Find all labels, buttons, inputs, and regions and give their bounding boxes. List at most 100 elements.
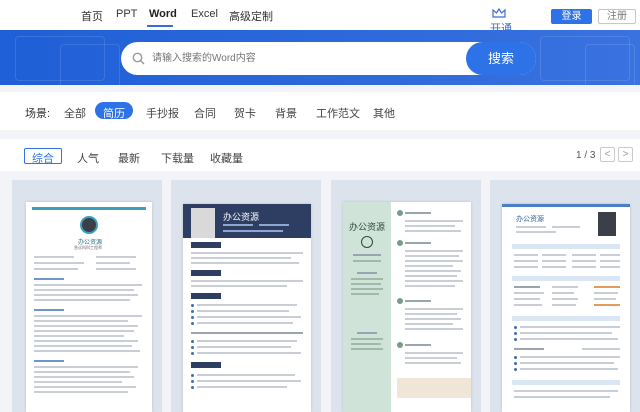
text-line-placeholder (552, 298, 578, 300)
text-line-placeholder (600, 254, 620, 256)
text-line-placeholder (514, 390, 618, 392)
vip-link[interactable]: 开通VIP (488, 8, 528, 48)
text-line-placeholder (520, 368, 618, 370)
text-line-placeholder (405, 352, 463, 354)
text-line-placeholder (34, 256, 74, 258)
text-line-placeholder (96, 262, 130, 264)
text-line-placeholder (34, 315, 142, 317)
text-line-placeholder (405, 230, 461, 232)
text-line-placeholder (405, 300, 431, 302)
text-line-placeholder (405, 323, 453, 325)
template-card[interactable]: 办公资源 (331, 180, 481, 412)
section-header (191, 362, 221, 368)
text-line-placeholder (191, 257, 291, 259)
template-card[interactable]: 办公资源 (490, 180, 640, 412)
text-line-placeholder (191, 322, 194, 325)
search-button[interactable]: 搜索 (466, 42, 536, 75)
text-line-placeholder (197, 374, 295, 376)
text-line-placeholder (34, 335, 124, 337)
text-line-placeholder (514, 332, 517, 335)
text-line-placeholder (191, 380, 194, 383)
sort-newest[interactable]: 最新 (118, 150, 140, 166)
nav-home[interactable]: 首页 (81, 8, 103, 24)
text-line-placeholder (514, 368, 517, 371)
text-line-placeholder (34, 268, 78, 270)
text-line-placeholder (542, 266, 566, 268)
text-line-placeholder (197, 346, 291, 348)
text-line-placeholder (514, 356, 517, 359)
scene-item-other[interactable]: 其他 (373, 105, 395, 121)
text-line-placeholder (572, 266, 596, 268)
nav-word[interactable]: Word (149, 8, 177, 20)
text-line-placeholder (191, 352, 194, 355)
template-subtitle: 急诊科科工程师 (74, 245, 102, 250)
text-line-placeholder (405, 225, 455, 227)
text-line-placeholder (353, 254, 381, 256)
text-line-placeholder (405, 250, 463, 252)
template-card[interactable]: 办公资源 (171, 180, 321, 412)
sort-popular[interactable]: 人气 (77, 150, 99, 166)
text-line-placeholder (514, 338, 517, 341)
prev-page-button[interactable]: < (600, 147, 615, 162)
text-line-placeholder (405, 212, 431, 214)
text-line-placeholder (34, 345, 132, 347)
nav-excel[interactable]: Excel (191, 8, 218, 20)
text-line-placeholder (514, 304, 542, 306)
search-icon (132, 52, 145, 65)
scene-item-background[interactable]: 背景 (275, 105, 297, 121)
accent-bar (32, 207, 146, 210)
text-line-placeholder (34, 325, 138, 327)
text-line-placeholder (197, 310, 289, 312)
text-line-placeholder (351, 288, 383, 290)
text-line-placeholder (351, 293, 379, 295)
scene-item-resume[interactable]: 简历 (103, 105, 125, 121)
scene-item-work-docs[interactable]: 工作范文 (316, 105, 360, 121)
sort-comprehensive[interactable]: 综合 (32, 150, 54, 166)
banner-decoration (585, 44, 635, 85)
text-line-placeholder (520, 326, 620, 328)
text-line-placeholder (191, 340, 194, 343)
text-line-placeholder (512, 316, 620, 321)
nav-ppt[interactable]: PPT (116, 8, 137, 20)
text-line-placeholder (96, 268, 136, 270)
footer-block (397, 378, 471, 398)
scene-item-all[interactable]: 全部 (64, 105, 86, 121)
text-line-placeholder (96, 256, 136, 258)
text-line-placeholder (405, 280, 463, 282)
scene-item-card[interactable]: 贺卡 (234, 105, 256, 121)
text-line-placeholder (552, 286, 578, 288)
sort-favorites[interactable]: 收藏量 (210, 150, 243, 166)
sort-downloads[interactable]: 下载量 (161, 150, 194, 166)
text-line-placeholder (514, 292, 544, 294)
avatar (191, 208, 215, 238)
chevron-right-icon: > (622, 149, 629, 160)
text-line-placeholder (520, 362, 614, 364)
text-line-placeholder (34, 309, 64, 311)
text-line-placeholder (357, 332, 377, 334)
text-line-placeholder (594, 292, 618, 294)
template-card[interactable]: 办公资源 急诊科科工程师 (12, 180, 162, 412)
text-line-placeholder (197, 316, 301, 318)
text-line-placeholder (223, 230, 283, 232)
crown-icon (492, 8, 506, 18)
text-line-placeholder (191, 310, 194, 313)
template-name: 办公资源 (349, 222, 386, 232)
next-page-button[interactable]: > (618, 147, 633, 162)
scene-item-contract[interactable]: 合同 (194, 105, 216, 121)
text-line-placeholder (34, 330, 134, 332)
text-line-placeholder (405, 357, 457, 359)
text-line-placeholder (34, 299, 130, 301)
text-line-placeholder (34, 340, 138, 342)
login-button[interactable]: 登录 (551, 9, 592, 24)
text-line-placeholder (405, 318, 461, 320)
scene-item-handcopy[interactable]: 手抄报 (146, 105, 179, 121)
nav-custom[interactable]: 高级定制 (229, 8, 273, 24)
search-input[interactable] (152, 50, 452, 67)
avatar (80, 216, 98, 234)
text-line-placeholder (34, 278, 64, 280)
text-line-placeholder (351, 348, 383, 350)
register-button[interactable]: 注册 (598, 9, 636, 24)
text-line-placeholder (34, 294, 138, 296)
text-line-placeholder (572, 254, 596, 256)
text-line-placeholder (405, 308, 463, 310)
